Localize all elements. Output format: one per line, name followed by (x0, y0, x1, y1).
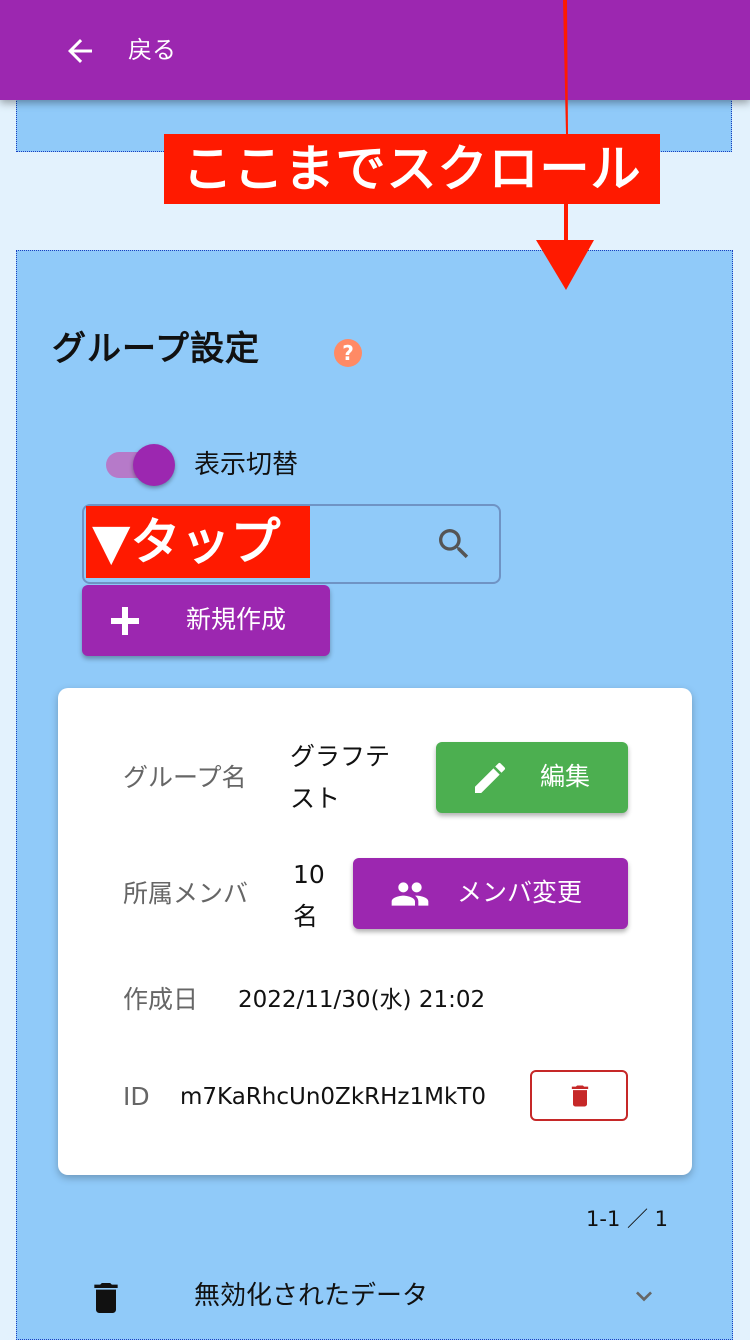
pagination: 1-1 ／ 1 (586, 1207, 669, 1231)
group-name-value-line2: スト (290, 784, 341, 813)
create-new-button[interactable]: 新規作成 (82, 585, 330, 656)
members-count: 10 (293, 860, 325, 889)
group-icon (391, 882, 429, 906)
trash-icon (571, 1085, 589, 1107)
back-button[interactable]: 戻る (128, 34, 176, 66)
edit-button[interactable]: 編集 (436, 742, 628, 813)
search-icon[interactable] (434, 524, 474, 564)
change-members-label: メンバ変更 (457, 878, 583, 907)
help-icon[interactable]: ? (334, 339, 362, 367)
back-arrow-icon[interactable] (62, 33, 98, 69)
id-label: ID (123, 1082, 150, 1111)
trash-icon (94, 1283, 118, 1313)
change-members-button[interactable]: メンバ変更 (353, 858, 628, 929)
chevron-down-icon[interactable] (628, 1280, 660, 1312)
delete-button[interactable] (530, 1070, 628, 1121)
create-new-label: 新規作成 (186, 605, 287, 634)
members-label: 所属メンバ (123, 879, 249, 908)
created-value: 2022/11/30(水) 21:02 (238, 987, 486, 1013)
group-name-value-line1: グラフテ (290, 742, 391, 771)
group-name-label: グループ名 (123, 763, 247, 792)
toggle-knob[interactable] (133, 444, 175, 486)
app-bar: 戻る (0, 0, 750, 100)
toggle-label: 表示切替 (194, 450, 299, 480)
edit-label: 編集 (540, 762, 591, 791)
section-title: グループ設定 (52, 329, 260, 369)
disabled-data-label: 無効化されたデータ (194, 1281, 429, 1311)
down-arrow-icon (536, 0, 594, 290)
id-value: m7KaRhcUn0ZkRHz1MkT0 (180, 1084, 486, 1110)
disabled-data-expander[interactable]: 無効化されたデータ (16, 1256, 733, 1332)
pencil-icon (475, 762, 506, 793)
created-label: 作成日 (123, 985, 199, 1014)
tap-annotation: ▼タップ (86, 506, 310, 578)
members-unit: 名 (293, 902, 319, 931)
